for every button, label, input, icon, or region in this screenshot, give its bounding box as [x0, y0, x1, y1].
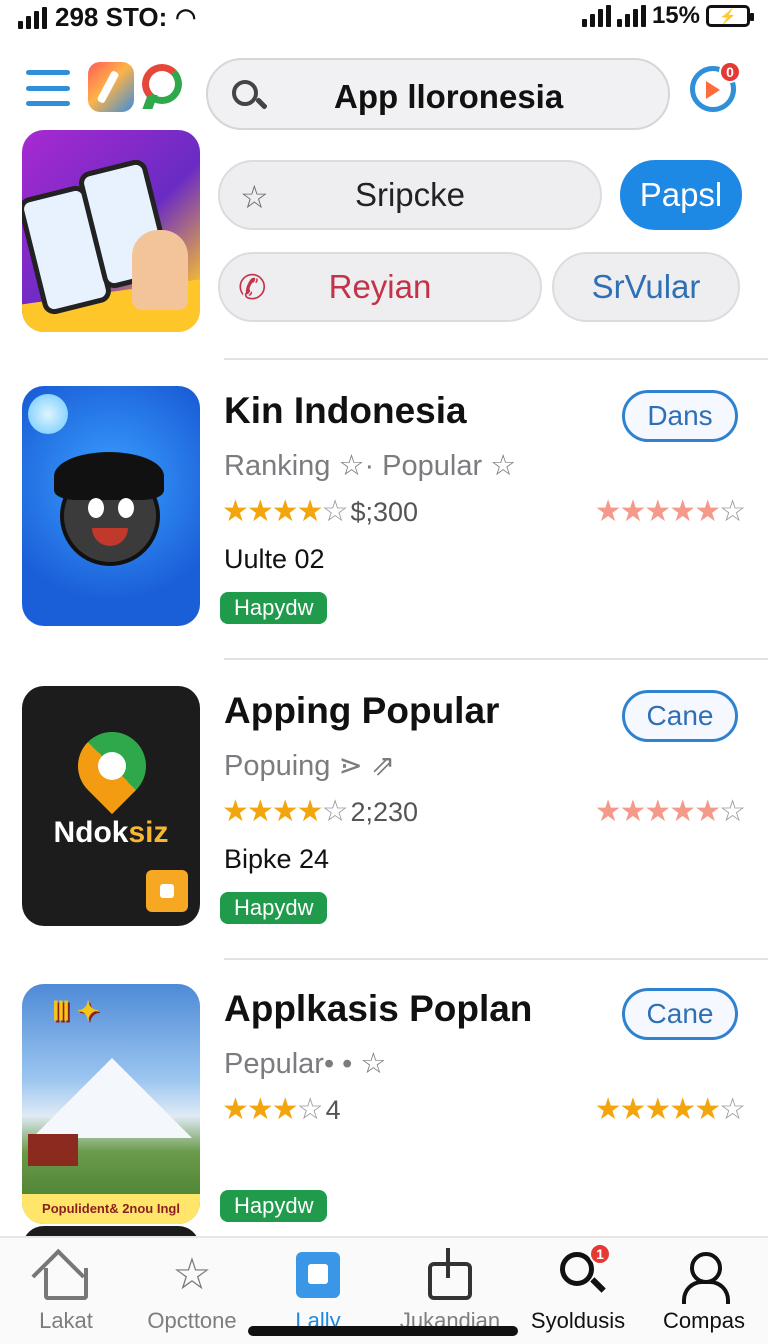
maps-logo-icon[interactable]: [142, 64, 182, 104]
divider: [224, 658, 768, 660]
app-list-item[interactable]: Kin Indonesia Ranking ☆· Popular ☆ ★★★★☆…: [0, 386, 768, 646]
top-bar: App lloronesia 0: [0, 52, 768, 132]
signal-icon: [18, 6, 47, 29]
app-icon-image[interactable]: Ndoksiz: [22, 686, 200, 926]
app-tag: Hapydw: [220, 1190, 328, 1222]
menu-icon[interactable]: [26, 68, 70, 108]
app-subtitle: Pepular• • ☆: [224, 1048, 387, 1080]
app-title[interactable]: Kin Indonesia: [224, 390, 467, 432]
phone-icon: ✆: [238, 269, 267, 307]
nav-item-compas[interactable]: Compas: [640, 1238, 768, 1344]
app-subtitle: Popuing ⋗ ⇗: [224, 750, 396, 782]
rating-stars: ★★★☆ 4: [222, 1093, 341, 1126]
chip-srvular[interactable]: SrVular: [552, 252, 740, 322]
battery-percent: 15%: [651, 2, 700, 29]
app-action-button[interactable]: Cane: [622, 690, 738, 742]
app-price: 2;230: [350, 797, 419, 827]
app-price: $;300: [350, 497, 419, 527]
search-input[interactable]: App lloronesia: [334, 78, 563, 116]
home-icon: [44, 1268, 88, 1300]
divider: [224, 958, 768, 960]
map-pin-icon: [63, 717, 161, 815]
pull-icon: [428, 1248, 472, 1300]
nav-item-opcttone[interactable]: ☆ Opcttone: [128, 1238, 256, 1344]
app-list-item[interactable]: Ⅲ ✦ Populident& 2nou Ingl Applkasis Popl…: [0, 984, 768, 1244]
signal-icon: [581, 5, 611, 27]
app-price: 4: [325, 1095, 341, 1125]
app-action-button[interactable]: Dans: [622, 390, 738, 442]
badge-square-icon: [146, 870, 188, 912]
search-bar[interactable]: App lloronesia: [206, 58, 670, 130]
signal-icon: [616, 5, 646, 27]
nav-item-syoldusis[interactable]: 1 Syoldusis: [514, 1238, 642, 1344]
app-logo-icon[interactable]: [88, 62, 134, 112]
chip-papsl[interactable]: Papsl: [620, 160, 742, 230]
star-icon: ☆: [172, 1250, 212, 1299]
rating-stars-right: ★★★★★☆: [594, 495, 746, 528]
app-meta: Bipke 24: [224, 844, 330, 874]
divider: [224, 358, 768, 360]
book-icon: [296, 1252, 340, 1298]
battery-icon: ⚡: [706, 5, 754, 27]
app-title[interactable]: Apping Popular: [224, 690, 499, 732]
chip-sripcke[interactable]: ☆ Sripcke: [218, 160, 602, 230]
home-indicator[interactable]: [248, 1326, 518, 1336]
app-meta: Uulte 02: [224, 544, 325, 574]
app-subtitle: Ranking ☆· Popular ☆: [224, 450, 517, 482]
app-tag: Hapydw: [220, 892, 328, 924]
app-image-brand: Ndoksiz: [53, 816, 169, 849]
search-icon: 1: [560, 1243, 611, 1286]
star-icon: ☆: [240, 179, 269, 215]
rating-stars-right: ★★★★★☆: [594, 1093, 746, 1126]
chip-reyian[interactable]: ✆ Reyian: [218, 252, 542, 322]
wifi-icon: ◠: [175, 4, 197, 31]
app-icon-image[interactable]: [22, 386, 200, 626]
status-text: 298 STO:: [55, 2, 168, 32]
notification-icon[interactable]: 0: [690, 61, 741, 112]
nav-badge: 1: [589, 1243, 611, 1265]
app-tag: Hapydw: [220, 592, 328, 624]
rating-stars: ★★★★☆ 2;230: [222, 795, 419, 828]
app-image-caption: Populident& 2nou Ingl: [22, 1194, 200, 1224]
app-action-button[interactable]: Cane: [622, 988, 738, 1040]
status-bar: 298 STO: ◠ 15% ⚡: [0, 0, 768, 34]
app-list-item[interactable]: Ndoksiz Apping Popular Popuing ⋗ ⇗ ★★★★☆…: [0, 686, 768, 946]
app-title[interactable]: Applkasis Poplan: [224, 988, 532, 1030]
search-icon[interactable]: [232, 80, 258, 106]
nav-item-lakat[interactable]: Lakat: [2, 1238, 130, 1344]
promo-banner-image[interactable]: [22, 130, 200, 332]
rating-stars-right: ★★★★★☆: [594, 795, 746, 828]
app-icon-image[interactable]: Ⅲ ✦ Populident& 2nou Ingl: [22, 984, 200, 1224]
notification-badge: 0: [719, 61, 741, 83]
user-icon: [682, 1252, 730, 1304]
rating-stars: ★★★★☆ $;300: [222, 495, 419, 528]
